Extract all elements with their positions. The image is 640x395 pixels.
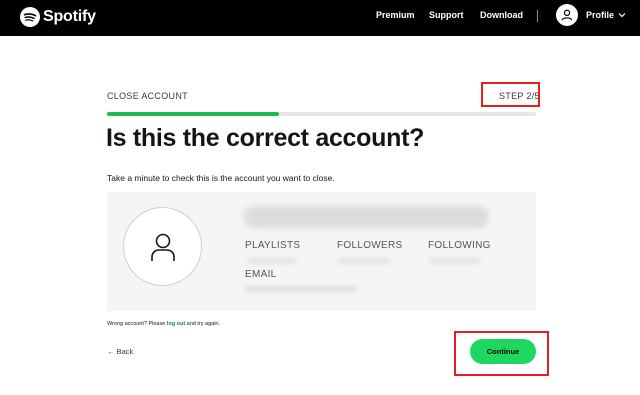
stat-label-playlists: PLAYLISTS <box>245 240 301 251</box>
brand-name: Spotify <box>43 8 96 25</box>
log-out-link[interactable]: log out <box>167 321 185 327</box>
email-label: EMAIL <box>245 269 277 280</box>
stat-value-redacted <box>247 258 297 264</box>
user-icon <box>561 9 573 21</box>
stat-value-redacted <box>339 258 389 264</box>
stat-label-following: FOLLOWING <box>428 240 491 251</box>
stat-label-followers: FOLLOWERS <box>337 240 403 251</box>
page-title: Is this the correct account? <box>106 124 425 152</box>
progress-bar <box>107 112 536 116</box>
chevron-down-icon[interactable] <box>618 12 626 18</box>
page-subtitle: Take a minute to check this is the accou… <box>107 173 335 183</box>
nav-divider <box>537 10 538 22</box>
wrong-account-suffix: and try again. <box>185 321 221 327</box>
step-highlight-box <box>481 82 540 107</box>
stat-value-redacted <box>430 258 480 264</box>
wrong-account-note: Wrong account? Please log out and try ag… <box>107 321 220 327</box>
section-label: CLOSE ACCOUNT <box>107 91 188 101</box>
spotify-logo-icon <box>20 7 40 27</box>
wrong-account-prefix: Wrong account? Please <box>107 321 167 327</box>
account-card: PLAYLISTS FOLLOWERS FOLLOWING EMAIL <box>107 192 536 311</box>
nav-link-support[interactable]: Support <box>429 10 464 20</box>
profile-avatar[interactable] <box>556 4 578 26</box>
spotify-logo[interactable]: Spotify <box>20 6 96 28</box>
account-name-redacted <box>244 206 489 228</box>
nav-link-premium[interactable]: Premium <box>376 10 415 20</box>
account-avatar <box>123 207 202 286</box>
email-value-redacted <box>245 286 357 292</box>
user-icon <box>150 233 175 261</box>
nav-link-download[interactable]: Download <box>480 10 523 20</box>
progress-bar-fill <box>107 112 279 116</box>
top-nav-bar: Spotify Premium Support Download Profile <box>0 0 640 36</box>
back-link[interactable]: ← Back <box>107 347 133 356</box>
profile-menu-label[interactable]: Profile <box>586 10 614 20</box>
continue-button[interactable]: Continue <box>470 339 536 364</box>
